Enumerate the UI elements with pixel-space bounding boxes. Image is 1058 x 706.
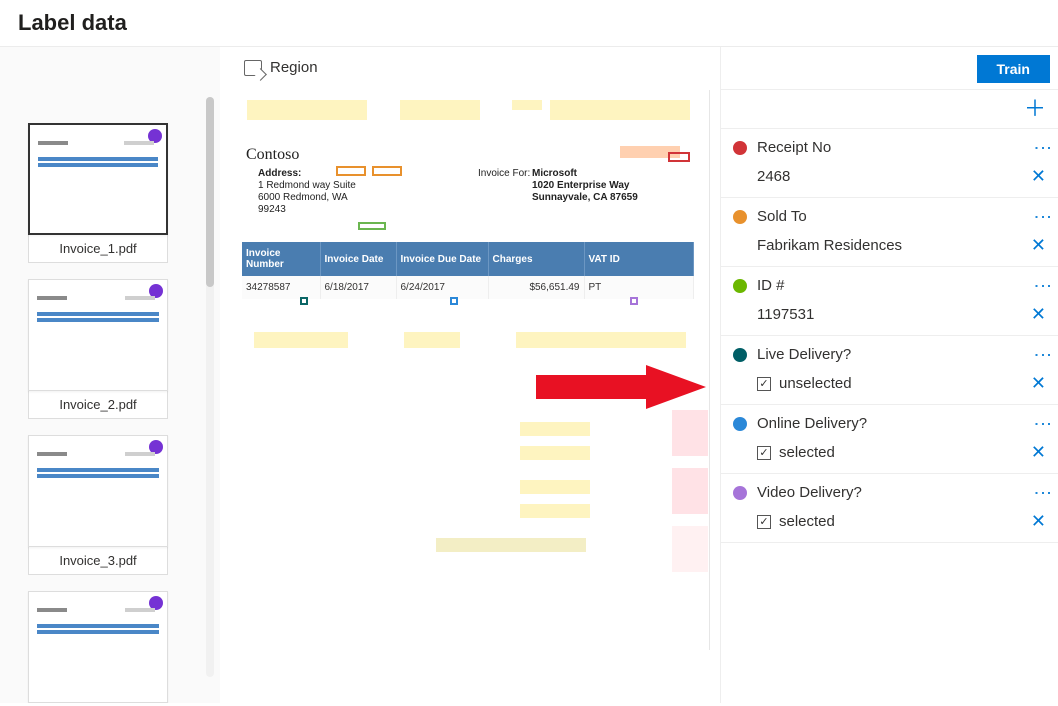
address-line: 99243 — [258, 204, 286, 215]
invoice-for-name: Microsoft — [532, 168, 577, 179]
invoice-for-line: Sunnayvale, CA 87659 — [532, 192, 638, 203]
thumbnail-sidebar: Invoice_1.pdf Invoice_2.pdf Invoice_3.pd… — [0, 47, 220, 703]
clear-icon[interactable]: ✕ — [1031, 235, 1046, 256]
thumbnail-item[interactable]: Invoice_2.pdf — [28, 279, 168, 419]
color-dot-icon — [733, 417, 747, 431]
scrollbar[interactable] — [206, 97, 214, 677]
label-item: Video Delivery? ⋮ ✓ selected ✕ — [721, 474, 1058, 543]
label-name[interactable]: ID # — [757, 277, 1029, 294]
more-icon[interactable]: ⋮ — [1039, 484, 1046, 501]
label-value: selected — [779, 444, 1023, 461]
checkbox-icon: ✓ — [757, 515, 771, 529]
label-value: 1197531 — [757, 306, 1023, 323]
invoice-for-label: Invoice For: — [478, 168, 530, 179]
invoice-table: Invoice Number Invoice Date Invoice Due … — [242, 242, 694, 299]
label-item: Online Delivery? ⋮ ✓ selected ✕ — [721, 405, 1058, 474]
label-item: Sold To ⋮ Fabrikam Residences ✕ — [721, 198, 1058, 267]
thumbnail-caption: Invoice_1.pdf — [28, 235, 168, 263]
label-name[interactable]: Online Delivery? — [757, 415, 1029, 432]
thumbnail-item[interactable]: Invoice_4.pdf — [28, 591, 168, 703]
checkbox-icon: ✓ — [757, 377, 771, 391]
more-icon[interactable]: ⋮ — [1039, 277, 1046, 294]
label-item: Live Delivery? ⋮ ✓ unselected ✕ — [721, 336, 1058, 405]
train-button[interactable]: Train — [977, 55, 1050, 83]
more-icon[interactable]: ⋮ — [1039, 208, 1046, 225]
color-dot-icon — [733, 210, 747, 224]
doc-company: Contoso — [246, 146, 299, 164]
label-name[interactable]: Sold To — [757, 208, 1029, 225]
label-value: unselected — [779, 375, 1023, 392]
more-icon[interactable]: ⋮ — [1039, 139, 1046, 156]
color-dot-icon — [733, 279, 747, 293]
label-value: 2468 — [757, 168, 1023, 185]
label-item: Receipt No ⋮ 2468 ✕ — [721, 129, 1058, 198]
thumbnail-caption: Invoice_3.pdf — [28, 547, 168, 575]
label-name[interactable]: Live Delivery? — [757, 346, 1029, 363]
document-viewer: Region Contoso Address: 1 Redmond way Su… — [220, 47, 720, 703]
region-tool[interactable]: Region — [240, 53, 700, 90]
more-icon[interactable]: ⋮ — [1039, 415, 1046, 432]
label-value: Fabrikam Residences — [757, 237, 1023, 254]
thumbnail-item[interactable]: Invoice_3.pdf — [28, 435, 168, 575]
thumbnail-item[interactable]: Invoice_1.pdf — [28, 123, 168, 263]
thumbnail-caption: Invoice_2.pdf — [28, 391, 168, 419]
clear-icon[interactable]: ✕ — [1031, 373, 1046, 394]
document-canvas[interactable]: Contoso Address: 1 Redmond way Suite 600… — [240, 90, 710, 650]
color-dot-icon — [733, 141, 747, 155]
color-dot-icon — [733, 348, 747, 362]
address-line: 6000 Redmond, WA — [258, 192, 348, 203]
checkbox-icon: ✓ — [757, 446, 771, 460]
label-value: selected — [779, 513, 1023, 530]
address-label: Address: — [258, 168, 301, 179]
add-label-button[interactable]: ＋ — [721, 89, 1058, 129]
label-name[interactable]: Receipt No — [757, 139, 1029, 156]
more-icon[interactable]: ⋮ — [1039, 346, 1046, 363]
clear-icon[interactable]: ✕ — [1031, 442, 1046, 463]
clear-icon[interactable]: ✕ — [1031, 511, 1046, 532]
address-line: 1 Redmond way Suite — [258, 180, 356, 191]
color-dot-icon — [733, 486, 747, 500]
label-name[interactable]: Video Delivery? — [757, 484, 1029, 501]
page-title: Label data — [0, 0, 1058, 47]
clear-icon[interactable]: ✕ — [1031, 166, 1046, 187]
plus-icon: ＋ — [1024, 98, 1046, 120]
invoice-for-line: 1020 Enterprise Way — [532, 180, 629, 191]
labels-panel: Train ＋ Receipt No ⋮ 2468 ✕ Sold To ⋮ — [720, 47, 1058, 703]
region-label: Region — [270, 59, 318, 76]
clear-icon[interactable]: ✕ — [1031, 304, 1046, 325]
label-item: ID # ⋮ 1197531 ✕ — [721, 267, 1058, 336]
region-icon — [244, 60, 262, 76]
